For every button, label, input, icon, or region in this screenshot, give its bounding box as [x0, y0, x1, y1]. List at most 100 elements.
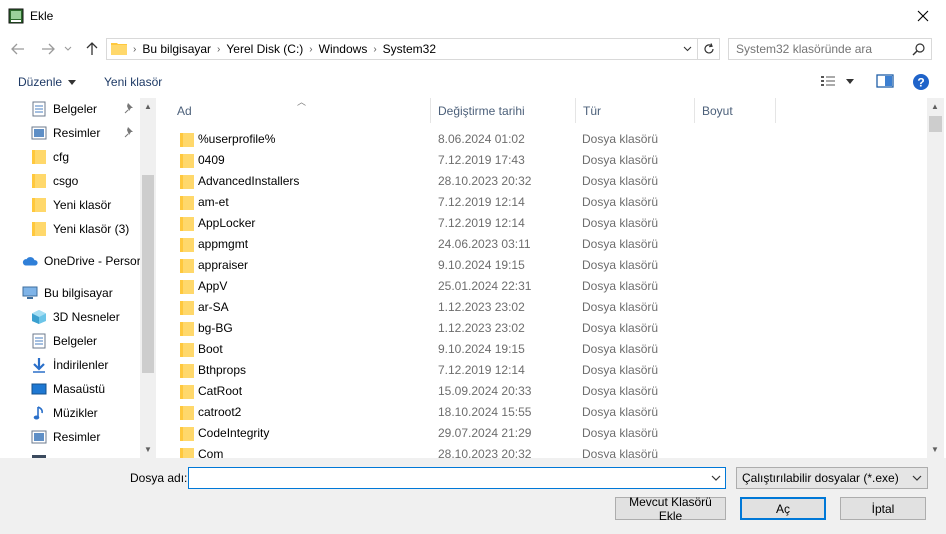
- sidebar-item-new-folder[interactable]: Yeni klasör: [31, 194, 111, 216]
- pictures-icon: [31, 429, 47, 445]
- table-row[interactable]: AppLocker 7.12.2019 12:14 Dosya klasörü: [157, 213, 927, 234]
- table-row[interactable]: CatRoot 15.09.2024 20:33 Dosya klasörü: [157, 381, 927, 402]
- open-button[interactable]: Aç: [740, 497, 826, 520]
- filter-value: Çalıştırılabilir dosyalar (*.exe): [742, 471, 899, 485]
- sidebar-item-downloads[interactable]: İndirilenler: [31, 354, 108, 376]
- sidebar-item-new-folder-3[interactable]: Yeni klasör (3): [31, 218, 129, 240]
- sidebar-item-desktop[interactable]: Masaüstü: [31, 378, 105, 400]
- address-bar[interactable]: › Bu bilgisayar › Yerel Disk (C:) › Wind…: [106, 38, 698, 60]
- sidebar-item-csgo[interactable]: csgo: [31, 170, 78, 192]
- scroll-down-icon[interactable]: ▼: [144, 445, 152, 454]
- sidebar-item-documents-pinned[interactable]: Belgeler: [31, 98, 97, 120]
- column-label: Tür: [583, 103, 601, 118]
- file-list: ︿ Ad Değiştirme tarihi Tür Boyut %userpr…: [157, 98, 927, 458]
- file-type-filter[interactable]: Çalıştırılabilir dosyalar (*.exe): [736, 467, 928, 489]
- breadcrumb-local-disk[interactable]: Yerel Disk (C:): [226, 42, 303, 56]
- table-row[interactable]: appmgmt 24.06.2023 03:11 Dosya klasörü: [157, 234, 927, 255]
- table-row[interactable]: am-et 7.12.2019 12:14 Dosya klasörü: [157, 192, 927, 213]
- navigation-pane-scrollbar[interactable]: ▲ ▼: [140, 98, 156, 458]
- breadcrumb-windows[interactable]: Windows: [319, 42, 368, 56]
- address-dropdown-button[interactable]: [676, 38, 698, 60]
- sidebar-item-pictures[interactable]: Resimler: [31, 426, 100, 448]
- file-modified: 28.10.2023 20:32: [438, 174, 532, 188]
- scroll-up-icon[interactable]: ▲: [144, 102, 152, 111]
- file-type: Dosya klasörü: [582, 363, 659, 377]
- table-row[interactable]: CodeIntegrity 29.07.2024 21:29 Dosya klasö…: [157, 423, 927, 444]
- column-header-type[interactable]: Tür: [576, 98, 695, 123]
- file-type: Dosya klasörü: [582, 174, 659, 188]
- new-folder-button[interactable]: Yeni klasör: [104, 75, 162, 89]
- help-button[interactable]: ?: [912, 73, 930, 94]
- breadcrumb-system32[interactable]: System32: [383, 42, 436, 56]
- column-header-size[interactable]: Boyut: [695, 98, 776, 123]
- sidebar-item-label: Yeni klasör: [53, 198, 112, 212]
- scroll-down-icon[interactable]: ▼: [931, 445, 939, 454]
- sidebar-item-documents[interactable]: Belgeler: [31, 330, 97, 352]
- table-row[interactable]: %userprofile% 8.06.2024 01:02 Dosya klasör…: [157, 129, 927, 150]
- file-modified: 7.12.2019 17:43: [438, 153, 525, 167]
- pictures-icon: [31, 125, 47, 141]
- close-button[interactable]: [900, 0, 946, 32]
- folder-icon: [180, 363, 194, 382]
- preview-pane-button[interactable]: [876, 74, 894, 91]
- filename-combobox[interactable]: [188, 467, 726, 489]
- up-button[interactable]: [82, 39, 102, 59]
- refresh-button[interactable]: [698, 38, 720, 60]
- column-header-modified[interactable]: Değiştirme tarihi: [431, 98, 576, 123]
- column-label: Boyut: [702, 103, 733, 118]
- sidebar-item-pictures-pinned[interactable]: Resimler: [31, 122, 100, 144]
- forward-button[interactable]: [38, 39, 58, 59]
- recent-locations-button[interactable]: [62, 39, 74, 59]
- scrollbar-thumb[interactable]: [929, 116, 942, 132]
- folder-icon: [180, 174, 194, 193]
- file-type: Dosya klasörü: [582, 258, 659, 272]
- filename-input[interactable]: [193, 471, 703, 485]
- file-type: Dosya klasörü: [582, 447, 659, 458]
- file-modified: 25.01.2024 22:31: [438, 279, 532, 293]
- breadcrumb-separator-icon: ›: [309, 43, 313, 55]
- column-header-name[interactable]: Ad: [157, 98, 431, 123]
- search-box[interactable]: [728, 38, 932, 60]
- search-input[interactable]: [736, 42, 908, 56]
- back-button[interactable]: [8, 39, 28, 59]
- sidebar-item-label: OneDrive - Persor: [44, 254, 141, 268]
- sidebar-item-music[interactable]: Müzikler: [31, 402, 98, 424]
- change-view-button[interactable]: [820, 74, 854, 88]
- file-name: AppLocker: [198, 216, 256, 230]
- breadcrumb-separator-icon: ›: [373, 43, 377, 55]
- computer-icon: [22, 285, 38, 301]
- folder-icon: [180, 153, 194, 172]
- folder-icon: [180, 426, 194, 445]
- chevron-down-icon[interactable]: [711, 473, 721, 483]
- breadcrumb-this-pc[interactable]: Bu bilgisayar: [142, 42, 211, 56]
- folder-icon: [31, 173, 47, 189]
- sidebar-item-onedrive[interactable]: OneDrive - Persor: [22, 250, 141, 272]
- table-row[interactable]: AdvancedInstallers 28.10.2023 20:32 Dosya …: [157, 171, 927, 192]
- svg-text:?: ?: [917, 76, 924, 90]
- file-modified: 9.10.2024 19:15: [438, 342, 525, 356]
- add-current-folder-button[interactable]: Mevcut Klasörü Ekle: [615, 495, 726, 523]
- file-name: appmgmt: [198, 237, 249, 251]
- table-row[interactable]: 0409 7.12.2019 17:43 Dosya klasörü: [157, 150, 927, 171]
- cancel-button[interactable]: İptal: [840, 497, 926, 520]
- file-type: Dosya klasörü: [582, 216, 659, 230]
- scrollbar-thumb[interactable]: [142, 175, 154, 373]
- table-row[interactable]: Boot 9.10.2024 19:15 Dosya klasörü: [157, 339, 927, 360]
- sidebar-item-this-pc[interactable]: Bu bilgisayar: [22, 282, 113, 304]
- table-row[interactable]: bg-BG 1.12.2023 23:02 Dosya klasörü: [157, 318, 927, 339]
- file-modified: 1.12.2023 23:02: [438, 300, 525, 314]
- sidebar-item-cfg[interactable]: cfg: [31, 146, 69, 168]
- table-row[interactable]: Com 28.10.2023 20:32 Dosya klasörü: [157, 444, 927, 458]
- chevron-down-icon: [912, 475, 922, 481]
- table-row[interactable]: ar-SA 1.12.2023 23:02 Dosya klasörü: [157, 297, 927, 318]
- organize-button[interactable]: Düzenle: [18, 75, 77, 89]
- table-row[interactable]: AppV 25.01.2024 22:31 Dosya klasörü: [157, 276, 927, 297]
- scroll-up-icon[interactable]: ▲: [931, 102, 939, 111]
- table-row[interactable]: appraiser 9.10.2024 19:15 Dosya klasörü: [157, 255, 927, 276]
- file-list-scrollbar[interactable]: ▲ ▼: [927, 98, 944, 458]
- table-row[interactable]: Bthprops 7.12.2019 12:14 Dosya klasörü: [157, 360, 927, 381]
- file-type: Dosya klasörü: [582, 342, 659, 356]
- folder-icon: [31, 197, 47, 213]
- sidebar-item-3d-objects[interactable]: 3D Nesneler: [31, 306, 120, 328]
- table-row[interactable]: catroot2 18.10.2024 15:55 Dosya klasörü: [157, 402, 927, 423]
